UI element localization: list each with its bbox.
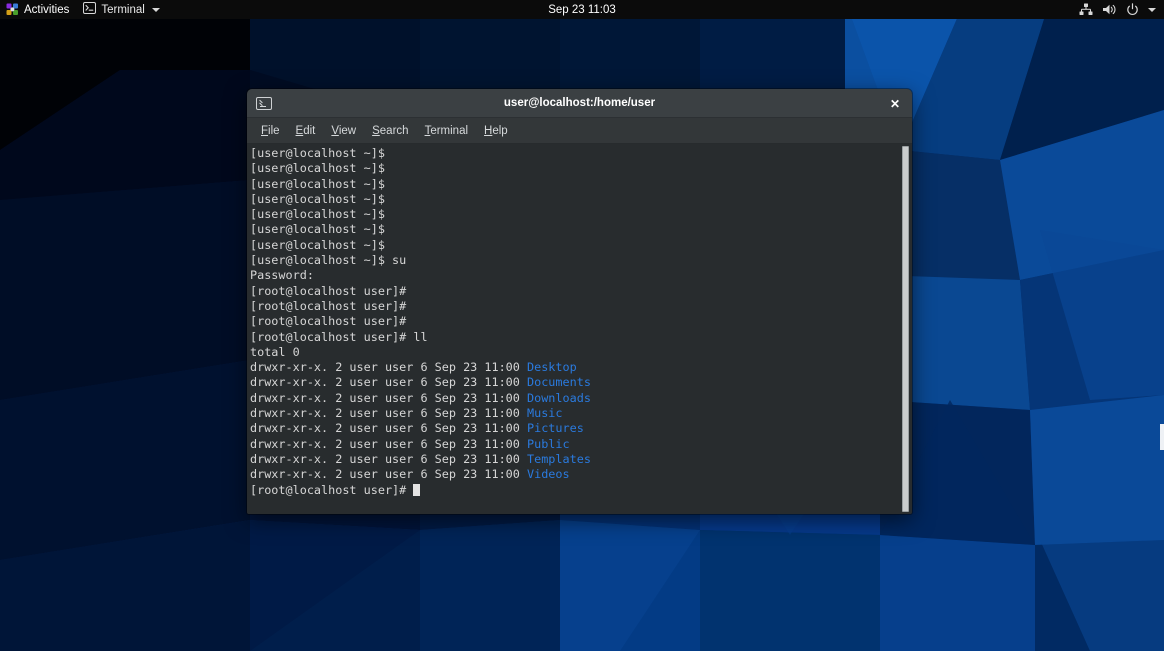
directory-name: Documents [527, 375, 591, 390]
menu-search-mnemonic: S [372, 124, 380, 137]
gnome-top-bar: Activities Terminal Sep 23 11:03 [0, 0, 1164, 19]
terminal-line: [user@localhost ~]$ [250, 238, 894, 253]
app-menu-button[interactable]: Terminal [76, 0, 166, 19]
menu-help-rest: elp [492, 124, 508, 137]
terminal-line-text: [root@localhost user]# [250, 298, 407, 313]
terminal-scrollbar[interactable] [901, 146, 910, 512]
terminal-line-text: total 0 [250, 344, 300, 359]
menu-view-rest: iew [338, 124, 357, 137]
window-title: user@localhost:/home/user [503, 97, 656, 109]
terminal-line-text: [user@localhost ~]$ [250, 207, 385, 222]
terminal-line-text: [user@localhost ~]$ [250, 146, 385, 160]
terminal-line-text: drwxr-xr-x. 2 user user 6 Sep 23 11:00 [250, 467, 527, 482]
activities-button[interactable]: Activities [0, 0, 76, 19]
terminal-line: drwxr-xr-x. 2 user user 6 Sep 23 11:00 P… [250, 437, 894, 452]
system-status-area[interactable] [1079, 0, 1160, 19]
menu-terminal[interactable]: Terminal [417, 122, 476, 140]
terminal-line: [user@localhost ~]$ [250, 177, 894, 192]
terminal-window[interactable]: user@localhost:/home/user ✕ File Edit Vi… [247, 89, 912, 514]
terminal-line: drwxr-xr-x. 2 user user 6 Sep 23 11:00 P… [250, 421, 894, 436]
menubar[interactable]: File Edit View Search Terminal Help [247, 118, 912, 144]
terminal-icon [256, 96, 272, 110]
terminal-line: Password: [250, 268, 894, 283]
terminal-line: [root@localhost user]# ll [250, 330, 894, 345]
terminal-line: [user@localhost ~]$ su [250, 253, 894, 268]
directory-name: Templates [527, 451, 591, 466]
window-titlebar[interactable]: user@localhost:/home/user ✕ [247, 89, 912, 118]
network-wired-icon [1079, 3, 1093, 16]
terminal-line: drwxr-xr-x. 2 user user 6 Sep 23 11:00 V… [250, 467, 894, 482]
terminal-line: [root@localhost user]# [250, 314, 894, 329]
menu-view[interactable]: View [323, 122, 364, 140]
menu-terminal-rest: erminal [430, 124, 469, 137]
menu-file-rest: ile [268, 124, 280, 137]
directory-name: Downloads [527, 390, 591, 405]
terminal-scrollbar-thumb[interactable] [902, 146, 909, 512]
terminal-line-text: [user@localhost ~]$ su [250, 253, 407, 268]
chevron-down-icon [1148, 7, 1156, 12]
terminal-line-text: drwxr-xr-x. 2 user user 6 Sep 23 11:00 [250, 406, 527, 421]
terminal-icon [83, 2, 97, 17]
terminal-line: drwxr-xr-x. 2 user user 6 Sep 23 11:00 T… [250, 452, 894, 467]
power-icon [1126, 3, 1139, 16]
terminal-line: [root@localhost user]# [250, 483, 894, 498]
menu-file-mnemonic: F [261, 124, 269, 137]
terminal-line-text: drwxr-xr-x. 2 user user 6 Sep 23 11:00 [250, 421, 527, 436]
menu-search[interactable]: Search [364, 122, 416, 140]
terminal-line: [user@localhost ~]$ [250, 222, 894, 237]
terminal-line-text: [user@localhost ~]$ [250, 191, 385, 206]
terminal-line-text: [user@localhost ~]$ [250, 161, 385, 176]
menu-search-rest: earch [379, 124, 409, 137]
terminal-line-text: [user@localhost ~]$ [250, 176, 385, 191]
terminal-line-text: [root@localhost user]# [250, 283, 407, 298]
terminal-line-text: drwxr-xr-x. 2 user user 6 Sep 23 11:00 [250, 360, 527, 375]
terminal-line-text: drwxr-xr-x. 2 user user 6 Sep 23 11:00 [250, 436, 527, 451]
menu-edit[interactable]: Edit [288, 122, 324, 140]
terminal-line: [user@localhost ~]$ [250, 192, 894, 207]
terminal-line: total 0 [250, 345, 894, 360]
directory-name: Music [527, 406, 563, 421]
directory-name: Desktop [527, 360, 577, 375]
terminal-line: drwxr-xr-x. 2 user user 6 Sep 23 11:00 M… [250, 406, 894, 421]
volume-icon [1102, 3, 1117, 16]
menu-file[interactable]: File [253, 122, 288, 140]
terminal-line-text: drwxr-xr-x. 2 user user 6 Sep 23 11:00 [250, 390, 527, 405]
terminal-line: drwxr-xr-x. 2 user user 6 Sep 23 11:00 D… [250, 360, 894, 375]
terminal-line-text: [user@localhost ~]$ [250, 222, 385, 237]
menu-view-mnemonic: V [331, 124, 339, 137]
chevron-down-icon [151, 7, 160, 12]
text-cursor [413, 483, 421, 496]
terminal-line: [root@localhost user]# [250, 299, 894, 314]
activities-pinwheel-icon [6, 3, 19, 16]
terminal-line-text: drwxr-xr-x. 2 user user 6 Sep 23 11:00 [250, 451, 527, 466]
terminal-line: [user@localhost ~]$ [250, 161, 894, 176]
terminal-line-text: [user@localhost ~]$ [250, 237, 385, 252]
terminal-line: drwxr-xr-x. 2 user user 6 Sep 23 11:00 D… [250, 391, 894, 406]
close-icon[interactable]: ✕ [886, 95, 904, 113]
activities-label: Activities [24, 3, 70, 16]
terminal-output[interactable]: [user@localhost ~]$ [user@localhost ~]$ [u… [250, 146, 894, 498]
app-menu-label: Terminal [101, 3, 145, 16]
terminal-line-text: drwxr-xr-x. 2 user user 6 Sep 23 11:00 [250, 375, 527, 390]
terminal-line: [root@localhost user]# [250, 284, 894, 299]
directory-name: Pictures [527, 421, 584, 436]
terminal-line: [user@localhost ~]$ [250, 207, 894, 222]
clock[interactable]: Sep 23 11:03 [0, 4, 1164, 16]
screen-edge-artifact [1160, 424, 1164, 450]
terminal-screen[interactable]: [user@localhost ~]$ [user@localhost ~]$ [u… [247, 144, 912, 514]
terminal-line-text: Password: [250, 268, 314, 283]
directory-name: Public [527, 436, 570, 451]
terminal-line: drwxr-xr-x. 2 user user 6 Sep 23 11:00 D… [250, 375, 894, 390]
terminal-line-text: [root@localhost user]# [250, 482, 414, 497]
directory-name: Videos [527, 467, 570, 482]
menu-help[interactable]: Help [476, 122, 516, 140]
menu-edit-rest: dit [303, 124, 316, 137]
terminal-line-text: [root@localhost user]# ll [250, 329, 428, 344]
terminal-line-text: [root@localhost user]# [250, 314, 407, 329]
terminal-line: [user@localhost ~]$ [250, 146, 894, 161]
